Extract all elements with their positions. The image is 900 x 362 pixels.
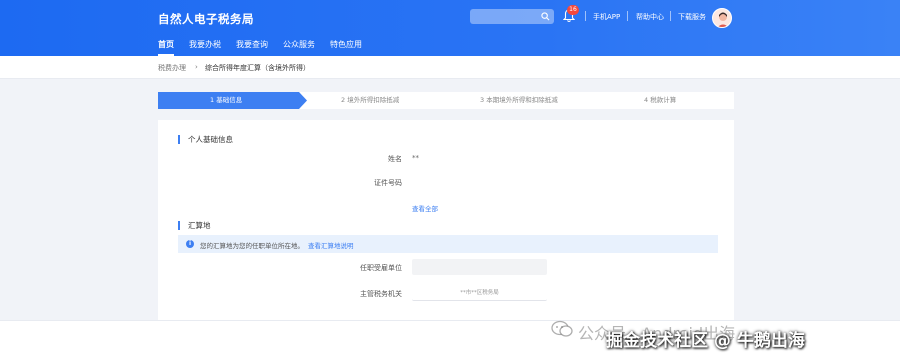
- nav-public-service[interactable]: 公众服务: [283, 39, 315, 56]
- section-title-filing-location: 汇算地: [178, 221, 211, 230]
- nav-featured-apps[interactable]: 特色应用: [330, 39, 362, 56]
- nav-home[interactable]: 首页: [158, 39, 174, 56]
- id-number-label: 证件号码: [374, 179, 402, 187]
- form-card: 个人基础信息 姓名 ** 证件号码 查看全部 汇算地 i 您的汇算地为您的任职单…: [158, 120, 734, 320]
- tax-authority-field[interactable]: **市**区税务局: [412, 285, 547, 301]
- top-header: 自然人电子税务局 16 手机APP 帮助中心 下载服务 首页 我要办税 我要查询…: [0, 0, 900, 56]
- help-center-link[interactable]: 帮助中心: [636, 12, 664, 22]
- step-3[interactable]: 3 本期境外所得和扣除抵减: [480, 92, 558, 109]
- employer-label: 任职受雇单位: [360, 264, 402, 272]
- notice-link[interactable]: 查看汇算地说明: [308, 242, 354, 250]
- search-icon[interactable]: [541, 12, 550, 21]
- notice-message: 您的汇算地为您的任职单位所在地。: [200, 242, 304, 250]
- chevron-right-icon: ›: [195, 63, 198, 71]
- avatar[interactable]: [712, 8, 732, 28]
- name-label: 姓名: [388, 155, 402, 163]
- header-divider: [627, 11, 628, 21]
- view-all-link[interactable]: 查看全部: [412, 203, 438, 213]
- breadcrumb: 税费办理 › 综合所得年度汇算（含境外所得）: [0, 56, 900, 79]
- info-notice: i 您的汇算地为您的任职单位所在地。 查看汇算地说明: [178, 235, 718, 253]
- tax-authority-label: 主管税务机关: [360, 290, 402, 298]
- nav-tax-handling[interactable]: 我要办税: [189, 39, 221, 56]
- user-avatar-icon: [717, 12, 729, 27]
- info-icon: i: [186, 240, 194, 248]
- download-link[interactable]: 下载服务: [678, 12, 706, 22]
- header-divider: [585, 11, 586, 21]
- nav-query[interactable]: 我要查询: [236, 39, 268, 56]
- site-title[interactable]: 自然人电子税务局: [158, 11, 254, 27]
- header-divider: [670, 11, 671, 21]
- employer-field[interactable]: [412, 259, 547, 275]
- step-4[interactable]: 4 税款计算: [644, 92, 676, 109]
- step-2[interactable]: 2 境外所得扣除抵减: [341, 92, 399, 109]
- step-progress: 1 基础信息 2 境外所得扣除抵减 3 本期境外所得和扣除抵减 4 税款计算: [158, 92, 734, 109]
- wechat-logo-icon: [551, 320, 573, 337]
- step-1[interactable]: 1 基础信息: [210, 92, 242, 109]
- main-nav: 首页 我要办税 我要查询 公众服务 特色应用: [158, 39, 362, 56]
- section-title-basic-info: 个人基础信息: [178, 135, 233, 144]
- breadcrumb-item-tax[interactable]: 税费办理: [158, 63, 186, 73]
- notice-text: 您的汇算地为您的任职单位所在地。 查看汇算地说明: [200, 240, 354, 250]
- mobile-app-link[interactable]: 手机APP: [593, 12, 620, 22]
- watermark-text-overlay: 掘金技术社区 @ 牛鹅出海: [606, 331, 805, 351]
- search-input[interactable]: [470, 9, 554, 24]
- name-value: **: [412, 154, 419, 162]
- breadcrumb-item-current: 综合所得年度汇算（含境外所得）: [205, 64, 310, 72]
- notification-badge: 16: [567, 5, 579, 15]
